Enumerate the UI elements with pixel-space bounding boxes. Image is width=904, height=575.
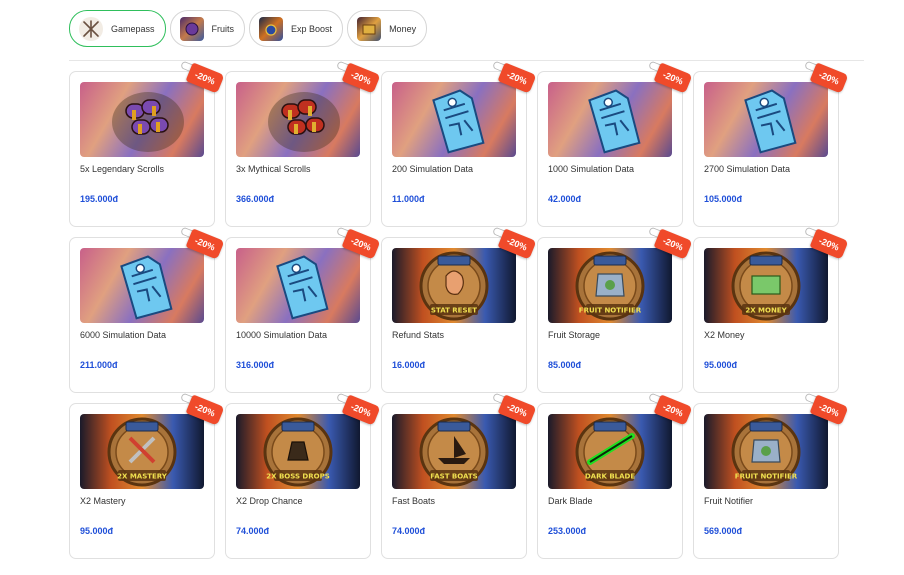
product-name: 3x Mythical Scrolls xyxy=(236,164,311,174)
svg-text:2X MONEY: 2X MONEY xyxy=(745,307,787,315)
product-price: 85.000đ xyxy=(548,360,582,370)
2x-boss-drops-badge-image: 2X BOSS DROPS xyxy=(236,414,360,489)
product-card[interactable]: STAT RESET Refund Stats 16.000đ -20% xyxy=(381,226,537,393)
red-scrolls-image xyxy=(236,82,360,157)
stat-reset-badge-image: STAT RESET xyxy=(392,248,516,323)
product-name: 5x Legendary Scrolls xyxy=(80,164,165,174)
simulation-data-image xyxy=(80,248,204,323)
product-name: 6000 Simulation Data xyxy=(80,330,167,340)
divider xyxy=(69,60,864,61)
product-card[interactable]: 10000 Simulation Data 316.000đ -20% xyxy=(225,226,381,393)
tab-exp-boost[interactable]: Exp Boost xyxy=(249,10,344,47)
product-name: X2 Drop Chance xyxy=(236,496,303,506)
tab-money[interactable]: Money xyxy=(347,10,428,47)
svg-text:FRUIT NOTIFIER: FRUIT NOTIFIER xyxy=(735,473,798,481)
product-price: 74.000đ xyxy=(392,526,426,536)
category-tabs: Gamepass Fruits Exp Boost Money xyxy=(69,10,428,47)
gamepass-icon xyxy=(79,16,103,41)
product-card[interactable]: 3x Mythical Scrolls 366.000đ -20% xyxy=(225,60,381,227)
product-name: 10000 Simulation Data xyxy=(236,330,328,340)
fruit-notifier-badge-image: FRUIT NOTIFIER xyxy=(548,248,672,323)
product-name: Fruit Notifier xyxy=(704,496,754,506)
product-card[interactable]: 2X BOSS DROPS X2 Drop Chance 74.000đ -20% xyxy=(225,392,381,559)
fruits-icon xyxy=(179,16,204,41)
product-price: 11.000đ xyxy=(392,194,425,204)
tab-label: Money xyxy=(389,23,417,34)
product-price: 211.000đ xyxy=(80,360,118,370)
svg-text:2X MASTERY: 2X MASTERY xyxy=(117,473,168,481)
svg-text:DARK BLADE: DARK BLADE xyxy=(585,473,636,481)
product-grid: 5x Legendary Scrolls 195.000đ -20% 3x Mythi… xyxy=(69,60,849,559)
simulation-data-image xyxy=(392,82,516,157)
product-name: 2700 Simulation Data xyxy=(704,164,791,174)
product-price: 95.000đ xyxy=(704,360,738,370)
product-name: X2 Money xyxy=(704,330,745,340)
svg-text:2X BOSS DROPS: 2X BOSS DROPS xyxy=(266,473,330,481)
product-card[interactable]: FRUIT NOTIFIER Fruit Notifier 569.000đ -20% xyxy=(693,392,849,559)
fast-boats-badge-image: FAST BOATS xyxy=(392,414,516,489)
simulation-data-image xyxy=(548,82,672,157)
product-card[interactable]: FAST BOATS Fast Boats 74.000đ -20% xyxy=(381,392,537,559)
product-name: Fast Boats xyxy=(392,496,436,506)
product-name: Refund Stats xyxy=(392,330,445,340)
product-price: 16.000đ xyxy=(392,360,426,370)
product-price: 42.000đ xyxy=(548,194,582,204)
product-price: 569.000đ xyxy=(704,526,743,536)
product-price: 366.000đ xyxy=(236,194,275,204)
product-card[interactable]: DARK BLADE Dark Blade 253.000đ -20% xyxy=(537,392,693,559)
product-card[interactable]: FRUIT NOTIFIER Fruit Storage 85.000đ -20% xyxy=(537,226,693,393)
product-price: 74.000đ xyxy=(236,526,270,536)
product-card[interactable]: 5x Legendary Scrolls 195.000đ -20% xyxy=(69,60,225,227)
product-card[interactable]: 2X MASTERY X2 Mastery 95.000đ -20% xyxy=(69,392,225,559)
dark-blade-badge-image: DARK BLADE xyxy=(548,414,672,489)
product-price: 195.000đ xyxy=(80,194,119,204)
product-name: Fruit Storage xyxy=(548,330,601,340)
exp-boost-icon xyxy=(259,16,284,41)
product-price: 105.000đ xyxy=(704,194,743,204)
product-card[interactable]: 1000 Simulation Data 42.000đ -20% xyxy=(537,60,693,227)
2x-money-badge-image: 2X MONEY xyxy=(704,248,828,323)
simulation-data-image xyxy=(236,248,360,323)
product-card[interactable]: 2X MONEY X2 Money 95.000đ -20% xyxy=(693,226,849,393)
tab-label: Fruits xyxy=(211,23,235,34)
product-card[interactable]: 200 Simulation Data 11.000đ -20% xyxy=(381,60,537,227)
fruit-notifier-badge-image: FRUIT NOTIFIER xyxy=(704,414,828,489)
product-card[interactable]: 6000 Simulation Data 211.000đ -20% xyxy=(69,226,225,393)
svg-text:FAST BOATS: FAST BOATS xyxy=(430,473,477,481)
tab-fruits[interactable]: Fruits xyxy=(169,10,246,47)
tab-label: Exp Boost xyxy=(291,23,333,34)
product-price: 253.000đ xyxy=(548,526,587,536)
product-name: 1000 Simulation Data xyxy=(548,164,635,174)
svg-text:STAT RESET: STAT RESET xyxy=(431,307,477,315)
money-icon xyxy=(357,16,382,41)
product-price: 95.000đ xyxy=(80,526,114,536)
svg-text:FRUIT NOTIFIER: FRUIT NOTIFIER xyxy=(579,307,642,315)
product-name: Dark Blade xyxy=(548,496,593,506)
tab-label: Gamepass xyxy=(111,23,155,34)
product-card[interactable]: 2700 Simulation Data 105.000đ -20% xyxy=(693,60,849,227)
2x-mastery-badge-image: 2X MASTERY xyxy=(80,414,204,489)
purple-scrolls-image xyxy=(80,82,204,157)
product-name: 200 Simulation Data xyxy=(392,164,474,174)
product-price: 316.000đ xyxy=(236,360,275,370)
product-name: X2 Mastery xyxy=(80,496,126,506)
tab-gamepass[interactable]: Gamepass xyxy=(69,10,166,47)
simulation-data-image xyxy=(704,82,828,157)
